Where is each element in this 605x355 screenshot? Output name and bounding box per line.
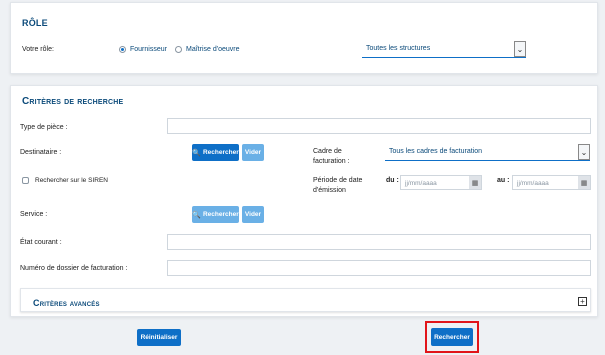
- service-search-button[interactable]: 🔍 Rechercher: [192, 206, 239, 223]
- periode-label-2: d'émission: [313, 187, 346, 194]
- siren-checkbox[interactable]: [22, 177, 29, 184]
- destinataire-search-button[interactable]: 🔍 Rechercher: [192, 144, 239, 161]
- search-title-text: Critères de recherche: [22, 96, 124, 107]
- dossier-input[interactable]: [167, 260, 591, 276]
- structure-select-value: Toutes les structures: [366, 45, 431, 52]
- etat-label: État courant :: [20, 239, 62, 246]
- date-from-input[interactable]: jj/mm/aaaa ▦: [400, 175, 482, 190]
- search-icon: 🔍: [192, 149, 201, 157]
- destinataire-label: Destinataire :: [20, 149, 62, 156]
- advanced-title-text: Critères avancés: [33, 298, 100, 308]
- expand-plus-icon[interactable]: +: [578, 297, 587, 306]
- your-role-label: Votre rôle:: [22, 46, 54, 53]
- du-label: du :: [386, 177, 399, 184]
- radio-fournisseur-label[interactable]: Fournisseur: [130, 45, 167, 54]
- chevron-down-icon[interactable]: ⌄: [578, 144, 590, 160]
- calendar-icon[interactable]: ▦: [469, 176, 481, 189]
- radio-maitrise-label[interactable]: Maîtrise d'oeuvre: [186, 45, 239, 54]
- radio-fournisseur[interactable]: [119, 46, 126, 53]
- destinataire-clear-button[interactable]: Vider: [242, 144, 264, 161]
- role-title: Rôle: [22, 18, 48, 28]
- role-card: [10, 2, 598, 74]
- dossier-label: Numéro de dossier de facturation :: [20, 265, 128, 272]
- au-label: au :: [497, 177, 510, 184]
- type-piece-input[interactable]: [167, 118, 591, 134]
- chevron-down-icon[interactable]: ⌄: [514, 41, 526, 57]
- reset-button[interactable]: Réinitialiser: [137, 329, 181, 346]
- radio-maitrise[interactable]: [175, 46, 182, 53]
- type-piece-label: Type de pièce :: [20, 124, 68, 131]
- etat-input[interactable]: [167, 234, 591, 250]
- cadre-select-value: Tous les cadres de facturation: [389, 148, 482, 155]
- date-from-placeholder: jj/mm/aaaa: [405, 180, 437, 187]
- siren-label[interactable]: Rechercher sur le SIREN: [35, 176, 108, 185]
- service-clear-button[interactable]: Vider: [242, 206, 264, 223]
- calendar-icon[interactable]: ▦: [578, 176, 590, 189]
- role-title-text: Rôle: [22, 18, 48, 28]
- service-label: Service :: [20, 211, 48, 218]
- advanced-title[interactable]: Critères avancés: [33, 298, 100, 309]
- cadre-label-2: facturation :: [313, 158, 350, 165]
- destinataire-search-label: Rechercher: [202, 149, 239, 156]
- cadre-label-1: Cadre de: [313, 148, 342, 155]
- service-search-label: Rechercher: [202, 211, 239, 218]
- submit-button[interactable]: Rechercher: [431, 328, 473, 346]
- date-to-input[interactable]: jj/mm/aaaa ▦: [512, 175, 591, 190]
- periode-label-1: Période de date: [313, 177, 363, 184]
- date-to-placeholder: jj/mm/aaaa: [517, 180, 549, 187]
- search-title: Critères de recherche: [22, 96, 123, 107]
- cadre-select[interactable]: Tous les cadres de facturation ⌄: [385, 144, 590, 161]
- search-icon: 🔍: [192, 211, 201, 219]
- advanced-panel[interactable]: [20, 288, 591, 312]
- structure-select[interactable]: Toutes les structures ⌄: [362, 41, 526, 58]
